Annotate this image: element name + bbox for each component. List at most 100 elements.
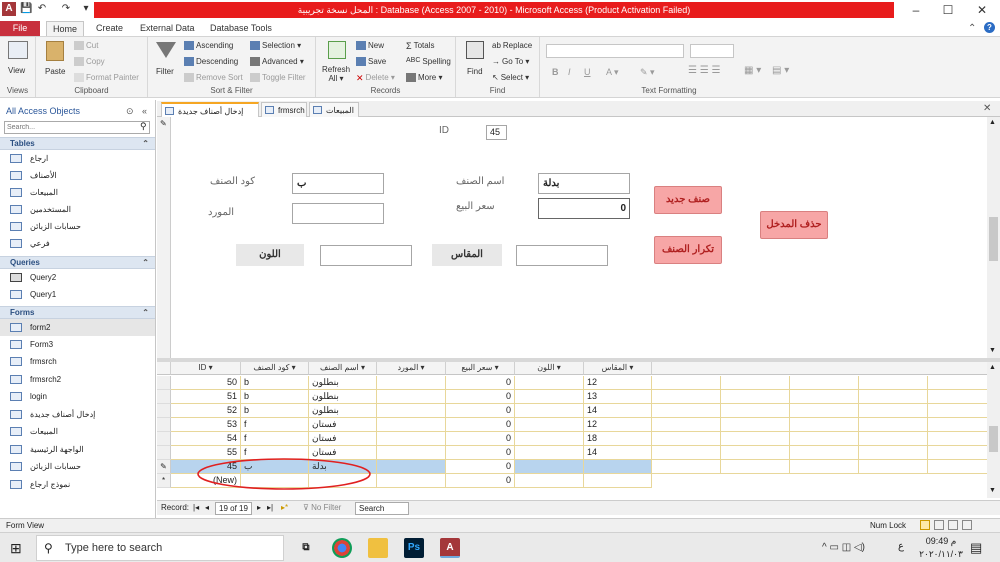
refresh-all-button[interactable]: Refresh All ▾: [322, 65, 350, 83]
item-code-field[interactable]: ب: [292, 173, 384, 194]
nav-form-item[interactable]: الواجهة الرئيسية: [0, 441, 155, 458]
nav-form-item[interactable]: إدخال أصناف جديدة: [0, 406, 155, 423]
table-cell-price[interactable]: 0: [446, 390, 515, 404]
table-cell-size[interactable]: 14: [584, 404, 652, 418]
notification-icon[interactable]: ▤: [970, 540, 982, 556]
design-view-icon[interactable]: [962, 520, 972, 530]
tab-create[interactable]: Create: [90, 21, 129, 36]
new-row-selector[interactable]: *: [157, 474, 171, 488]
find-button[interactable]: Find: [467, 67, 483, 76]
table-cell-supplier[interactable]: [377, 460, 446, 474]
table-cell-id[interactable]: 52: [171, 404, 241, 418]
column-header-name[interactable]: اسم الصنف ▾: [309, 362, 377, 375]
doc-tab-frmsrch[interactable]: frmsrch: [261, 102, 307, 117]
table-cell-code[interactable]: b: [241, 390, 309, 404]
file-explorer-icon[interactable]: [368, 538, 388, 558]
table-cell-supplier[interactable]: [377, 446, 446, 460]
gridlines-icon[interactable]: ▦ ▾: [744, 65, 761, 76]
form-view-icon[interactable]: [920, 520, 930, 530]
form-vertical-scrollbar[interactable]: ▲ ▼: [987, 117, 1000, 359]
more-button[interactable]: More ▾: [406, 73, 442, 83]
view-button[interactable]: View: [8, 66, 25, 75]
table-cell-code[interactable]: f: [241, 432, 309, 446]
close-document-icon[interactable]: ✕: [983, 103, 991, 114]
spelling-button[interactable]: ABC Spelling: [406, 57, 451, 66]
scroll-thumb[interactable]: [989, 217, 998, 261]
nav-table-item[interactable]: حسابات الزبائن: [0, 218, 155, 235]
undo-icon[interactable]: ↶: [36, 3, 48, 15]
table-cell-color[interactable]: [515, 418, 584, 432]
table-cell-color[interactable]: [515, 376, 584, 390]
new-row-cell-price[interactable]: 0: [446, 474, 515, 488]
doc-tab-new-items-form[interactable]: إدخال أصناف جديدة: [161, 102, 259, 117]
table-cell-code[interactable]: b: [241, 404, 309, 418]
scroll-up-icon[interactable]: ▲: [989, 364, 996, 371]
taskbar-search-box[interactable]: Type here to search: [36, 535, 284, 561]
access-taskbar-icon[interactable]: A: [440, 538, 460, 558]
nav-form-item[interactable]: login: [0, 388, 155, 405]
replace-button[interactable]: ab Replace: [492, 41, 532, 50]
goto-button[interactable]: → Go To ▾: [492, 57, 529, 66]
table-cell-supplier[interactable]: [377, 404, 446, 418]
system-tray-icons[interactable]: ^ ▭ ◫ ◁): [822, 542, 865, 553]
scroll-up-icon[interactable]: ▲: [989, 119, 996, 126]
table-cell-name[interactable]: فستان: [309, 432, 377, 446]
row-selector[interactable]: [157, 376, 171, 390]
highlight-icon[interactable]: ✎ ▾: [640, 67, 655, 78]
filter-button[interactable]: Filter: [156, 67, 174, 76]
new-record-button[interactable]: New: [356, 41, 384, 51]
search-icon[interactable]: ⚲: [140, 121, 147, 132]
advanced-button[interactable]: Advanced ▾: [250, 57, 304, 67]
selection-button[interactable]: Selection ▾: [250, 41, 301, 51]
copy-button[interactable]: Copy: [74, 57, 105, 67]
font-size-dropdown[interactable]: [690, 44, 734, 58]
supplier-field[interactable]: [292, 203, 384, 224]
toggle-filter-button[interactable]: Toggle Filter: [250, 73, 306, 83]
table-cell-name[interactable]: بنطلون: [309, 390, 377, 404]
table-cell-id[interactable]: 50: [171, 376, 241, 390]
tables-section-header[interactable]: Tables ⌃: [0, 137, 155, 150]
minimize-ribbon-icon[interactable]: ⌃: [968, 23, 976, 34]
row-selector[interactable]: [157, 404, 171, 418]
last-record-icon[interactable]: ▸|: [267, 501, 273, 515]
table-cell-size[interactable]: 14: [584, 446, 652, 460]
nav-form-item[interactable]: frmsrch2: [0, 371, 155, 388]
nav-table-item[interactable]: المبيعات: [0, 184, 155, 201]
datasheet-vertical-scrollbar[interactable]: ▲ ▼: [987, 362, 1000, 498]
table-cell-size[interactable]: 12: [584, 376, 652, 390]
align-icons[interactable]: ☰ ☰ ☰: [688, 65, 720, 76]
queries-section-header[interactable]: Queries ⌃: [0, 256, 155, 269]
table-cell-size[interactable]: 13: [584, 390, 652, 404]
nav-table-item[interactable]: ارجاع: [0, 150, 155, 167]
repeat-item-button[interactable]: تكرار الصنف: [654, 236, 722, 264]
table-cell-price[interactable]: 0: [446, 404, 515, 418]
bold-icon[interactable]: B: [552, 67, 559, 77]
column-header-size[interactable]: المقاس ▾: [584, 362, 652, 375]
column-header-color[interactable]: اللون ▾: [515, 362, 584, 375]
row-color-icon[interactable]: ▤ ▾: [772, 65, 789, 76]
nav-query-item[interactable]: Query2: [0, 269, 155, 286]
format-painter-button[interactable]: Format Painter: [74, 73, 139, 83]
table-cell-name[interactable]: فستان: [309, 418, 377, 432]
underline-icon[interactable]: U: [584, 67, 591, 77]
new-row-cell-color[interactable]: [515, 474, 584, 488]
row-selector[interactable]: [157, 390, 171, 404]
id-field[interactable]: 45: [486, 125, 507, 140]
table-cell-price[interactable]: 0: [446, 418, 515, 432]
nav-table-item[interactable]: فرعي: [0, 235, 155, 252]
datasheet-view-icon[interactable]: [934, 520, 944, 530]
table-cell-size[interactable]: 18: [584, 432, 652, 446]
cut-button[interactable]: Cut: [74, 41, 98, 51]
font-color-icon[interactable]: A ▾: [606, 67, 619, 78]
row-selector[interactable]: ✎: [157, 460, 171, 474]
tab-database-tools[interactable]: Database Tools: [204, 21, 278, 36]
font-name-dropdown[interactable]: [546, 44, 684, 58]
ascending-button[interactable]: Ascending: [184, 41, 233, 51]
scroll-down-icon[interactable]: ▼: [989, 347, 996, 354]
forms-section-header[interactable]: Forms ⌃: [0, 306, 155, 319]
record-search-input[interactable]: Search: [355, 502, 409, 515]
new-record-nav-icon[interactable]: ▸*: [281, 501, 288, 515]
record-position-field[interactable]: 19 of 19: [215, 502, 252, 515]
previous-record-icon[interactable]: ◂: [205, 501, 209, 515]
nav-form-item[interactable]: form2: [0, 319, 155, 336]
